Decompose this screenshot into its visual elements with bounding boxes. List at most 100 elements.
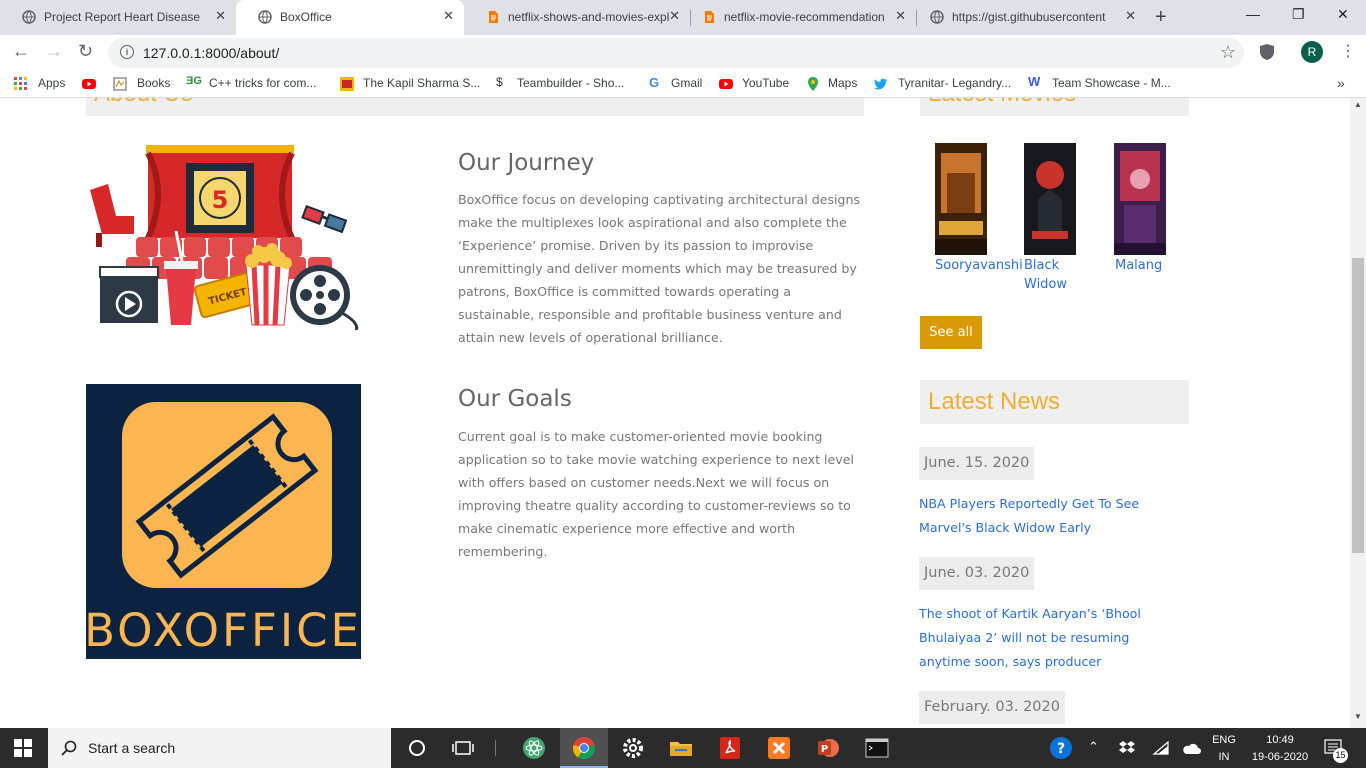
terminal-icon[interactable] (865, 736, 889, 760)
see-all-button[interactable]: See all (920, 316, 982, 349)
news-date: June. 15. 2020 (919, 447, 1035, 480)
about-us-header: About Us (86, 98, 864, 116)
url-text[interactable]: 127.0.0.1:8000/about/ (143, 45, 279, 61)
minimize-icon[interactable]: — (1246, 6, 1260, 22)
movie-link-malang[interactable]: Malang (1115, 256, 1162, 275)
page-scrollbar[interactable]: ▲ ▼ (1350, 98, 1366, 728)
scroll-down-icon[interactable]: ▼ (1354, 712, 1362, 721)
tab-netflix-shows[interactable]: netflix-shows-and-movies-expl ✕ (464, 0, 690, 35)
restore-icon[interactable]: ❐ (1292, 6, 1305, 23)
bookmark-gmail[interactable]: Gmail (671, 76, 702, 90)
close-window-icon[interactable]: ✕ (1337, 6, 1349, 23)
tab-title: netflix-shows-and-movies-expl (508, 10, 670, 24)
bookmark-maps[interactable]: Maps (828, 76, 857, 90)
poster-black-widow[interactable] (1024, 143, 1076, 255)
acrobat-icon[interactable] (718, 736, 742, 760)
address-bar[interactable]: i 127.0.0.1:8000/about/ ☆ (108, 38, 1244, 68)
news-headline-link[interactable]: NBA Players Reportedly Get To See Marvel… (919, 492, 1179, 540)
search-icon (61, 740, 77, 756)
taskbar-active-app[interactable] (560, 728, 608, 768)
tab-title: netflix-movie-recommendation (724, 10, 885, 24)
forward-icon[interactable]: → (45, 41, 63, 62)
close-icon[interactable]: ✕ (215, 8, 226, 24)
tab-boxoffice[interactable]: BoxOffice ✕ (236, 0, 464, 35)
chrome-icon (572, 737, 596, 760)
tv-icon (340, 77, 354, 91)
new-tab-button[interactable]: + (1155, 6, 1167, 29)
close-icon[interactable]: ✕ (895, 8, 906, 24)
back-icon[interactable]: ← (12, 41, 30, 62)
close-icon[interactable]: ✕ (669, 8, 680, 24)
language-indicator[interactable]: ENG IN (1210, 733, 1238, 764)
taskbar: Start a search P ? ⌃ ENG IN 10:49 19-06-… (0, 728, 1366, 768)
poster-sooryavanshi[interactable] (935, 143, 987, 255)
taskbar-divider (495, 740, 496, 756)
boxoffice-logo: BOXOFFICE (86, 384, 361, 659)
more-menu-icon[interactable]: ⋮ (1340, 41, 1356, 61)
reload-icon[interactable]: ↻ (78, 41, 93, 62)
google-icon: G (649, 75, 660, 90)
movie-link-sooryavanshi[interactable]: Sooryavanshi (935, 256, 1023, 275)
clock[interactable]: 10:49 19-06-2020 (1248, 733, 1312, 764)
file-explorer-icon[interactable] (669, 736, 693, 760)
svg-text:?: ? (1057, 741, 1065, 757)
twitter-icon (874, 78, 887, 90)
chevron-up-icon[interactable]: ⌃ (1088, 739, 1099, 755)
news-date: February. 03. 2020 (919, 691, 1065, 724)
close-icon[interactable]: ✕ (1125, 8, 1136, 24)
avatar[interactable]: R (1301, 41, 1323, 63)
latest-news-heading: Latest News (928, 388, 1061, 415)
scroll-thumb[interactable] (1352, 258, 1364, 553)
latest-movies-heading: Latest Movies (928, 98, 1076, 108)
extension-shield-icon[interactable] (1258, 43, 1276, 61)
onedrive-cloud-icon[interactable] (1181, 741, 1201, 755)
bookmark-star-icon[interactable]: ☆ (1220, 42, 1236, 63)
bookmark-team-showcase[interactable]: Team Showcase - M... (1052, 76, 1171, 90)
notification-count-badge: 15 (1333, 748, 1348, 763)
movie-link-black-widow[interactable]: Black Widow (1024, 256, 1084, 294)
document-icon (489, 11, 498, 23)
task-view-icon[interactable] (451, 736, 475, 760)
cinema-illustration: 5 TICKET (90, 145, 359, 330)
settings-gear-icon[interactable] (621, 736, 645, 760)
taskbar-search[interactable]: Start a search (48, 728, 391, 768)
clock-date: 19-06-2020 (1251, 751, 1309, 763)
bookmark-kapil-sharma[interactable]: The Kapil Sharma S... (363, 76, 480, 90)
tab-gist[interactable]: https://gist.githubusercontent ✕ (908, 0, 1146, 35)
logo-wordmark: BOXOFFICE (86, 604, 361, 657)
scroll-up-icon[interactable]: ▲ (1354, 100, 1362, 109)
dropbox-icon[interactable] (1118, 740, 1136, 756)
bookmark-youtube[interactable]: YouTube (742, 76, 789, 90)
document-icon (705, 11, 714, 23)
about-us-heading: About Us (94, 98, 193, 108)
news-headline-link[interactable]: The shoot of Kartik Aaryan’s ‘Bhool Bhul… (919, 602, 1179, 674)
bookmark-books[interactable]: Books (137, 76, 170, 90)
bookmark-tyranitar[interactable]: Tyranitar- Legandry... (898, 76, 1011, 90)
tab-title: https://gist.githubusercontent (952, 10, 1106, 24)
tab-title: Project Report Heart Disease P (44, 10, 204, 24)
youtube-icon[interactable] (82, 77, 96, 91)
xampp-icon[interactable] (767, 736, 791, 760)
bookmark-apps[interactable]: Apps (38, 76, 65, 90)
atom-app-icon[interactable] (522, 736, 546, 760)
bookmark-teambuilder[interactable]: Teambuilder - Sho... (517, 76, 624, 90)
tab-netflix-recommendation[interactable]: netflix-movie-recommendation ✕ (680, 0, 916, 35)
latest-news-header: Latest News (920, 380, 1189, 424)
info-icon[interactable]: i (120, 45, 134, 59)
region-code: IN (1218, 751, 1230, 763)
wifi-icon[interactable] (1152, 740, 1170, 756)
clock-time: 10:49 (1266, 734, 1294, 746)
maps-icon (808, 77, 818, 91)
countdown-number: 5 (212, 186, 229, 214)
cortana-icon[interactable] (405, 736, 429, 760)
close-icon[interactable]: ✕ (443, 8, 454, 24)
tab-project-report[interactable]: Project Report Heart Disease P ✕ (0, 0, 236, 35)
help-icon[interactable]: ? (1049, 736, 1073, 760)
our-goals-text: Current goal is to make customer-oriente… (458, 429, 854, 559)
poster-malang[interactable] (1114, 143, 1166, 255)
our-journey-title: Our Journey (458, 150, 595, 176)
chevron-right-icon[interactable]: » (1337, 75, 1345, 91)
windows-start-icon[interactable] (14, 739, 32, 757)
bookmark-cpp-tricks[interactable]: C++ tricks for com... (209, 76, 316, 90)
powerpoint-icon[interactable]: P (816, 736, 840, 760)
